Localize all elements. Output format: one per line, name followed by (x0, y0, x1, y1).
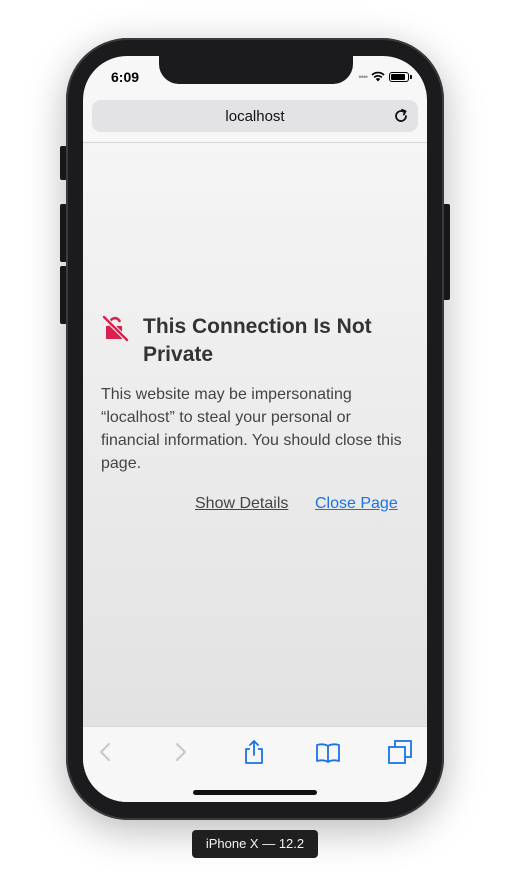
reload-icon[interactable] (392, 107, 410, 125)
battery-icon (389, 71, 412, 82)
device-label: iPhone X — 12.2 (192, 830, 318, 858)
bookmarks-icon[interactable] (315, 739, 341, 765)
power-button (443, 204, 450, 300)
status-time: 6:09 (111, 69, 140, 85)
simulator-stage: 6:09 •••• localhost This Connection Is N… (0, 0, 510, 894)
show-details-link[interactable]: Show Details (195, 495, 288, 513)
warning-title: This Connection Is Not Private (143, 315, 372, 366)
tabs-icon[interactable] (387, 739, 413, 765)
wifi-icon (371, 71, 385, 82)
warning-body: This website may be impersonating “local… (101, 386, 402, 472)
notch (159, 56, 353, 84)
close-page-link[interactable]: Close Page (315, 495, 398, 513)
home-indicator[interactable] (193, 790, 317, 795)
back-icon[interactable] (93, 739, 119, 765)
url-text[interactable]: localhost (92, 108, 418, 125)
address-bar[interactable]: localhost (92, 100, 418, 132)
forward-icon[interactable] (167, 739, 193, 765)
broken-lock-icon (102, 315, 129, 342)
phone-screen: 6:09 •••• localhost This Connection Is N… (83, 56, 427, 802)
page-content: This Connection Is Not Private This webs… (83, 143, 427, 726)
signal-icon: •••• (358, 71, 368, 82)
share-icon[interactable] (241, 739, 267, 765)
status-icons: •••• (358, 71, 412, 82)
